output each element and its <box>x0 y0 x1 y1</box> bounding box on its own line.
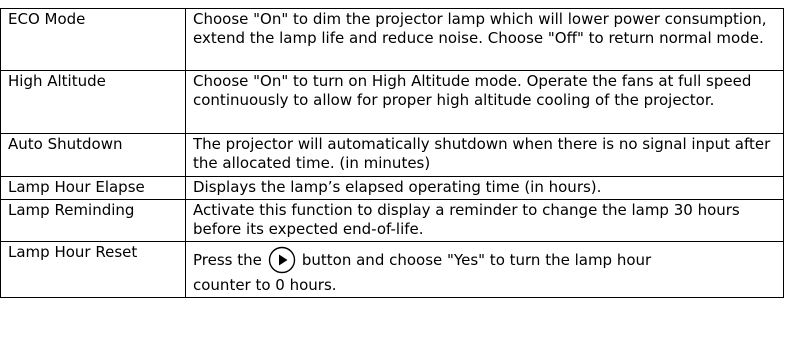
setting-description: Press the button and choose "Yes" to tur… <box>185 241 784 298</box>
setting-name: ECO Mode <box>0 8 186 71</box>
setting-description: Displays the lamp’s elapsed operating ti… <box>185 176 784 200</box>
setting-description: Activate this function to display a remi… <box>185 199 784 242</box>
table-row: Lamp Reminding Activate this function to… <box>0 199 784 242</box>
description-text-after-icon: button and choose "Yes" to turn the lamp… <box>301 250 652 269</box>
description-text-line2: counter to 0 hours. <box>193 276 337 294</box>
play-right-circle-icon <box>268 246 296 274</box>
setting-name: Lamp Reminding <box>0 199 186 242</box>
table-row: High Altitude Choose "On" to turn on Hig… <box>0 70 784 134</box>
setting-name: Lamp Hour Reset <box>0 241 186 298</box>
table-row: ECO Mode Choose "On" to dim the projecto… <box>0 8 784 71</box>
setting-description: Choose "On" to dim the projector lamp wh… <box>185 8 784 71</box>
table-row: Lamp Hour Elapse Displays the lamp’s ela… <box>0 176 784 200</box>
setting-description: The projector will automatically shutdow… <box>185 133 784 177</box>
description-text-before-icon: Press the <box>193 250 262 269</box>
setting-name: High Altitude <box>0 70 186 134</box>
setting-name: Lamp Hour Elapse <box>0 176 186 200</box>
setting-name: Auto Shutdown <box>0 133 186 177</box>
reset-description-line: Press the button and choose "Yes" to tur… <box>193 246 776 274</box>
settings-table: ECO Mode Choose "On" to dim the projecto… <box>0 8 784 298</box>
table-row: Lamp Hour Reset Press the button and cho… <box>0 241 784 298</box>
table-row: Auto Shutdown The projector will automat… <box>0 133 784 177</box>
setting-description: Choose "On" to turn on High Altitude mod… <box>185 70 784 134</box>
